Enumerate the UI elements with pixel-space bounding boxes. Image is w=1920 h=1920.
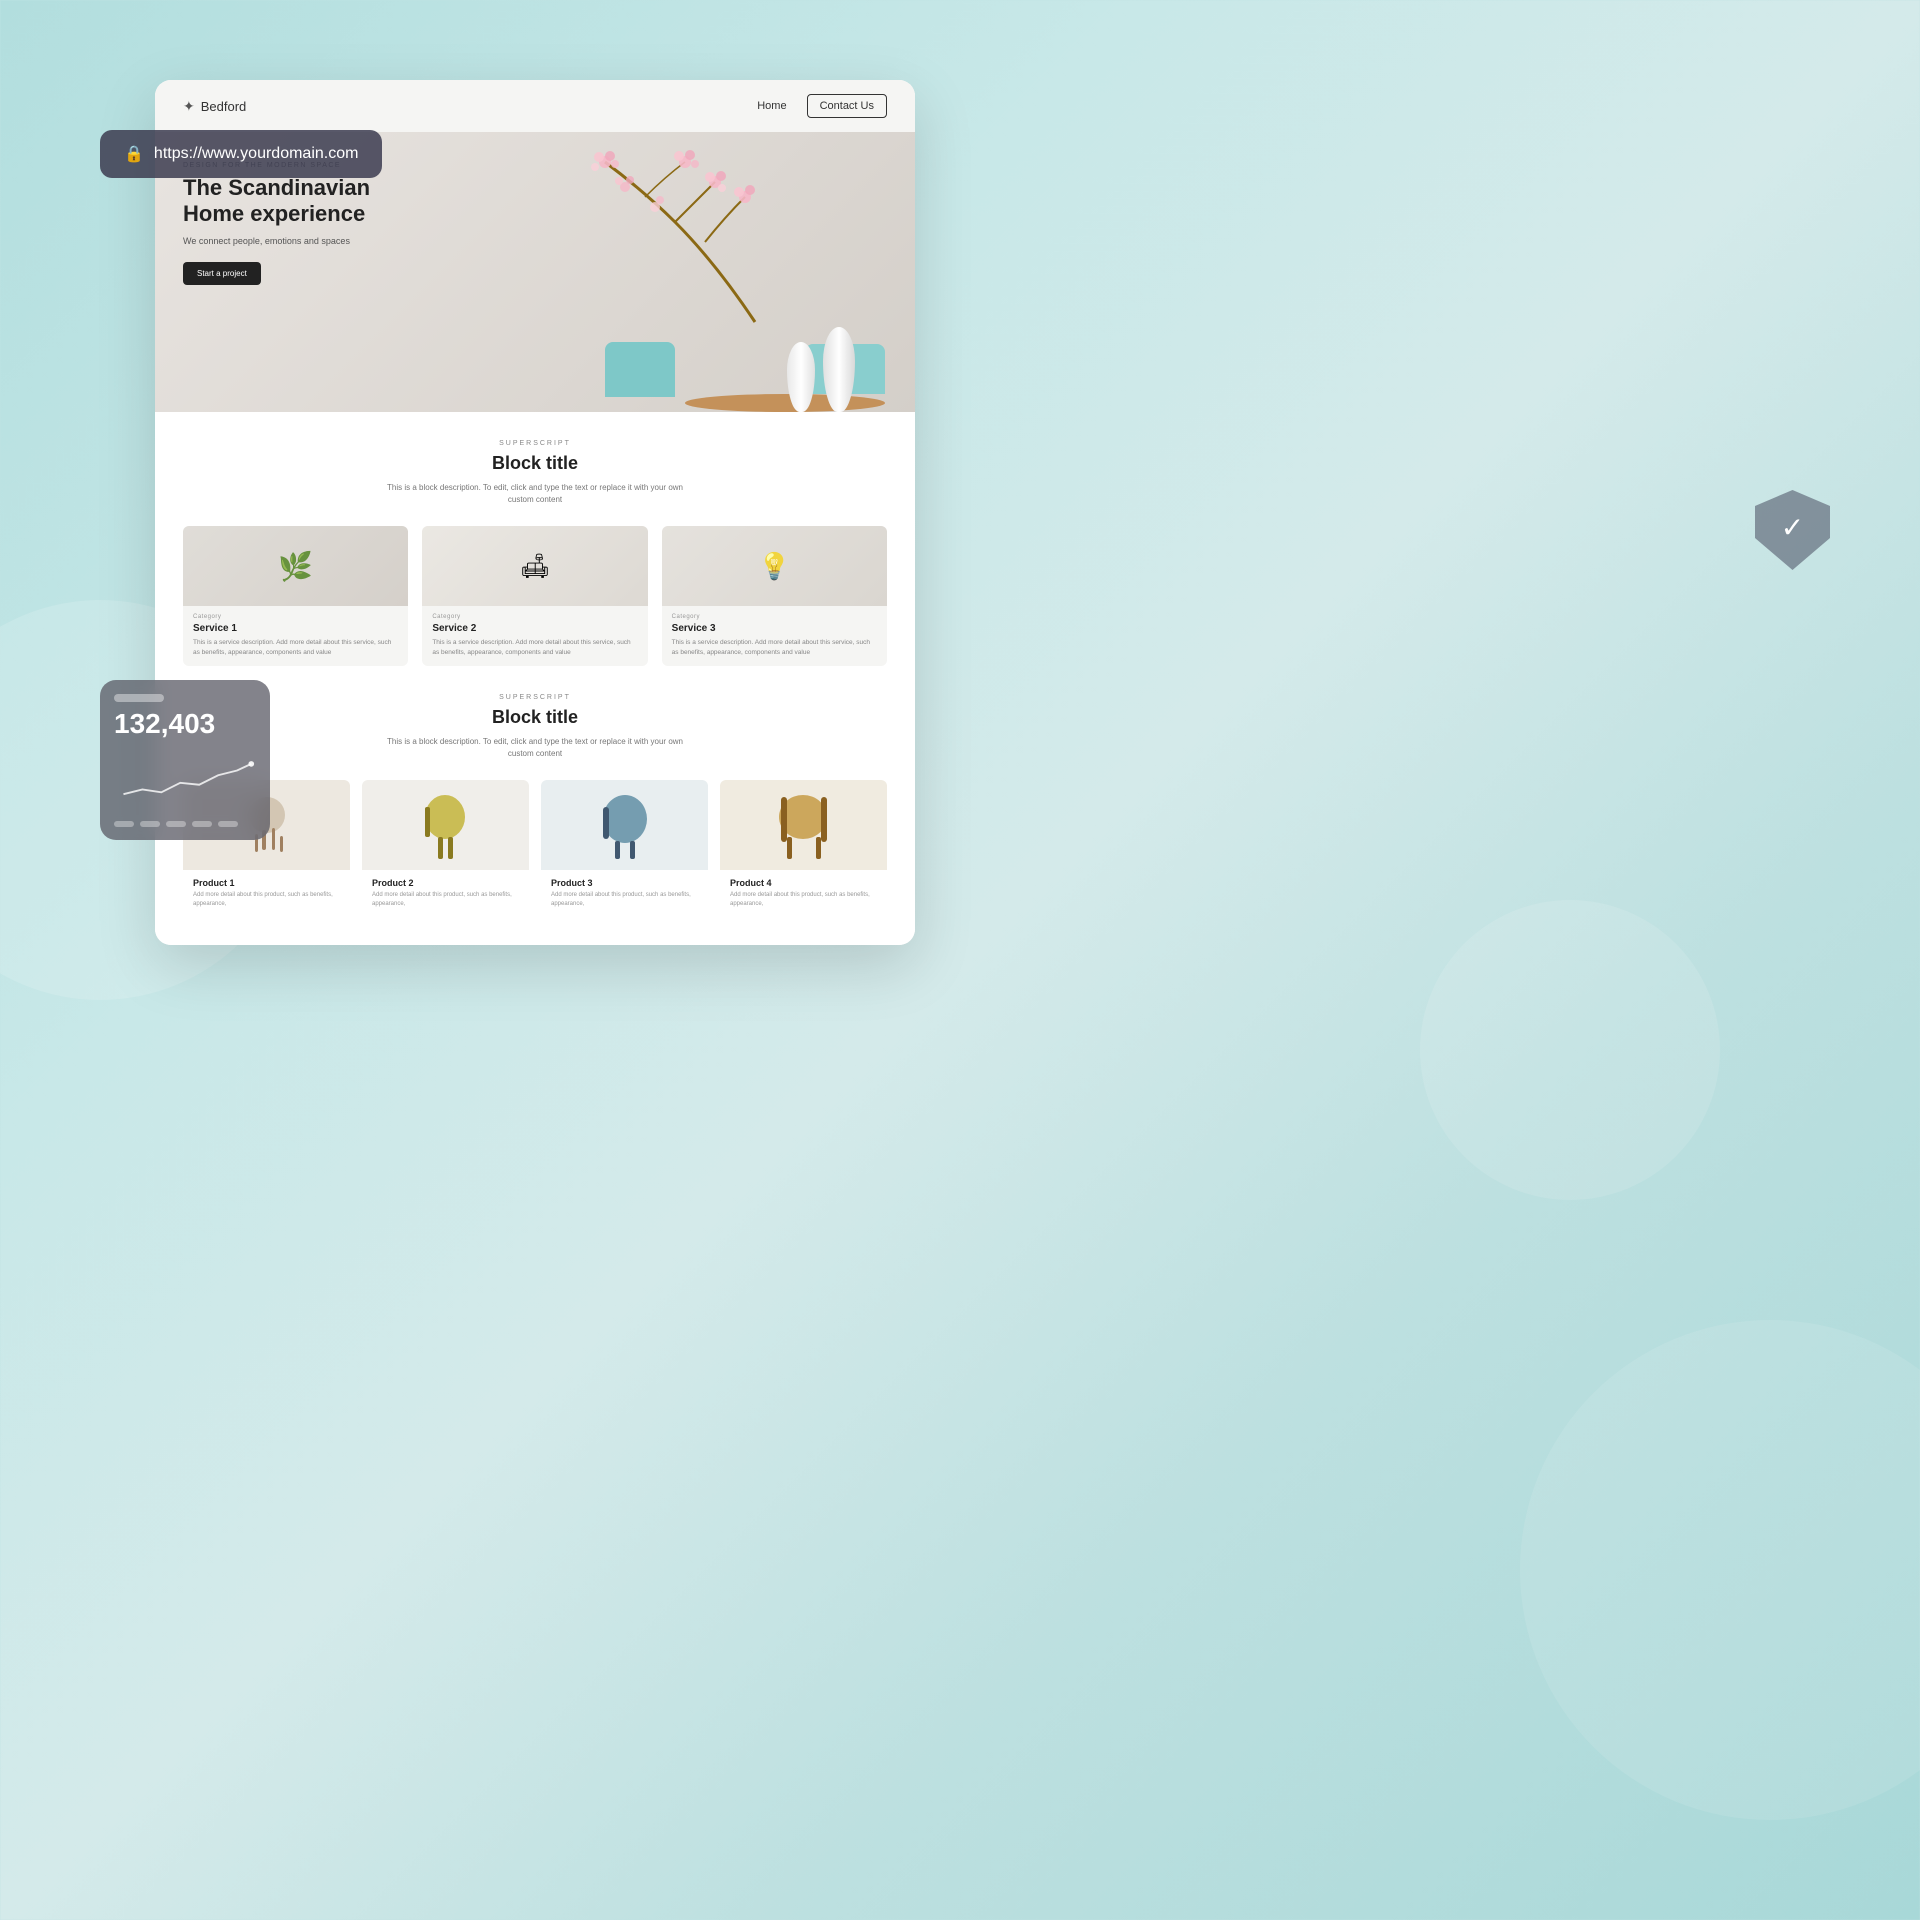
product-title-2: Product 2 xyxy=(372,878,519,888)
analytics-dot-1 xyxy=(114,821,134,827)
bg-decoration-3 xyxy=(1420,900,1720,1200)
products-title: Block title xyxy=(183,707,887,728)
services-grid: 🌿 Category Service 1 This is a service d… xyxy=(183,526,887,666)
nav-link-contact[interactable]: Contact Us xyxy=(807,94,887,118)
chair-decoration-1 xyxy=(605,342,675,397)
service-card-3: 💡 Category Service 3 This is a service d… xyxy=(662,526,887,666)
hero-title: The Scandinavian Home experience xyxy=(183,175,403,228)
products-header: SUPERSCRIPT Block title This is a block … xyxy=(183,694,887,760)
service-desc-1: This is a service description. Add more … xyxy=(193,638,398,658)
vase-group xyxy=(787,327,855,412)
product-desc-2: Add more detail about this product, such… xyxy=(372,891,519,909)
service-desc-3: This is a service description. Add more … xyxy=(672,638,877,658)
product-title-1: Product 1 xyxy=(193,878,340,888)
hero-cta-button[interactable]: Start a project xyxy=(183,262,261,285)
service-category-2: Category xyxy=(432,614,637,620)
vase-2 xyxy=(823,327,855,412)
plant-icon: 🌿 xyxy=(278,550,313,583)
analytics-dot-3 xyxy=(166,821,186,827)
analytics-widget: 132,403 xyxy=(100,680,270,840)
product-image-3 xyxy=(541,780,708,870)
product-image-2 xyxy=(362,780,529,870)
products-superscript: SUPERSCRIPT xyxy=(183,694,887,701)
lock-icon: 🔒 xyxy=(124,144,144,164)
service-body-3: Category Service 3 This is a service des… xyxy=(662,606,887,666)
analytics-dot-5 xyxy=(218,821,238,827)
service-title-1: Service 1 xyxy=(193,623,398,634)
product-body-2: Product 2 Add more detail about this pro… xyxy=(362,870,529,917)
sofa-icon: 🛋 xyxy=(520,552,550,581)
services-title: Block title xyxy=(183,453,887,474)
service-category-3: Category xyxy=(672,614,877,620)
product-desc-1: Add more detail about this product, such… xyxy=(193,891,340,909)
service-category-1: Category xyxy=(193,614,398,620)
service-card-1: 🌿 Category Service 1 This is a service d… xyxy=(183,526,408,666)
product-title-4: Product 4 xyxy=(730,878,877,888)
url-text: https://www.yourdomain.com xyxy=(154,145,359,163)
logo-text: Bedford xyxy=(201,99,247,114)
service-desc-2: This is a service description. Add more … xyxy=(432,638,637,658)
chair-svg-2 xyxy=(418,787,473,862)
services-superscript: SUPERSCRIPT xyxy=(183,440,887,447)
nav-link-home[interactable]: Home xyxy=(757,100,786,112)
nav-logo[interactable]: ✦ Bedford xyxy=(183,98,246,115)
service-image-2: 🛋 xyxy=(422,526,647,606)
lamp-icon: 💡 xyxy=(758,551,790,582)
product-desc-4: Add more detail about this product, such… xyxy=(730,891,877,909)
nav-links: Home Contact Us xyxy=(757,94,887,118)
product-body-1: Product 1 Add more detail about this pro… xyxy=(183,870,350,917)
hero-content: DESIGN FOR THE MODERN SPACE The Scandina… xyxy=(183,162,403,285)
logo-icon: ✦ xyxy=(183,98,195,115)
url-bar[interactable]: 🔒 https://www.yourdomain.com xyxy=(100,130,382,178)
services-section: SUPERSCRIPT Block title This is a block … xyxy=(155,412,915,945)
products-description: This is a block description. To edit, cl… xyxy=(385,736,685,760)
service-title-2: Service 2 xyxy=(432,623,637,634)
product-body-3: Product 3 Add more detail about this pro… xyxy=(541,870,708,917)
analytics-chart xyxy=(114,750,256,810)
hero-subtitle: We connect people, emotions and spaces xyxy=(183,236,403,246)
chair-svg-4 xyxy=(771,787,836,862)
product-card-4: Product 4 Add more detail about this pro… xyxy=(720,780,887,917)
product-image-4 xyxy=(720,780,887,870)
website-nav: ✦ Bedford Home Contact Us xyxy=(155,80,915,132)
products-grid: Product 1 Add more detail about this pro… xyxy=(183,780,887,917)
product-card-3: Product 3 Add more detail about this pro… xyxy=(541,780,708,917)
vase-1 xyxy=(787,342,815,412)
shield-check-icon: ✓ xyxy=(1781,511,1804,544)
product-card-2: Product 2 Add more detail about this pro… xyxy=(362,780,529,917)
service-body-2: Category Service 2 This is a service des… xyxy=(422,606,647,666)
product-body-4: Product 4 Add more detail about this pro… xyxy=(720,870,887,917)
product-title-3: Product 3 xyxy=(551,878,698,888)
analytics-dots xyxy=(114,821,256,827)
analytics-dot-4 xyxy=(192,821,212,827)
analytics-dot-2 xyxy=(140,821,160,827)
chair-svg-3 xyxy=(595,787,655,862)
analytics-number: 132,403 xyxy=(114,708,256,740)
shield-shape: ✓ xyxy=(1755,490,1830,570)
wooden-tray xyxy=(685,394,885,412)
services-header: SUPERSCRIPT Block title This is a block … xyxy=(183,440,887,506)
hero-decoration xyxy=(555,142,895,412)
branch-svg xyxy=(555,142,835,342)
service-image-3: 💡 xyxy=(662,526,887,606)
service-title-3: Service 3 xyxy=(672,623,877,634)
service-image-1: 🌿 xyxy=(183,526,408,606)
bg-decoration-2 xyxy=(1520,1320,1920,1820)
product-desc-3: Add more detail about this product, such… xyxy=(551,891,698,909)
service-body-1: Category Service 1 This is a service des… xyxy=(183,606,408,666)
analytics-bar-decoration xyxy=(114,694,164,702)
service-card-2: 🛋 Category Service 2 This is a service d… xyxy=(422,526,647,666)
security-badge: ✓ xyxy=(1755,490,1830,570)
services-description: This is a block description. To edit, cl… xyxy=(385,482,685,506)
